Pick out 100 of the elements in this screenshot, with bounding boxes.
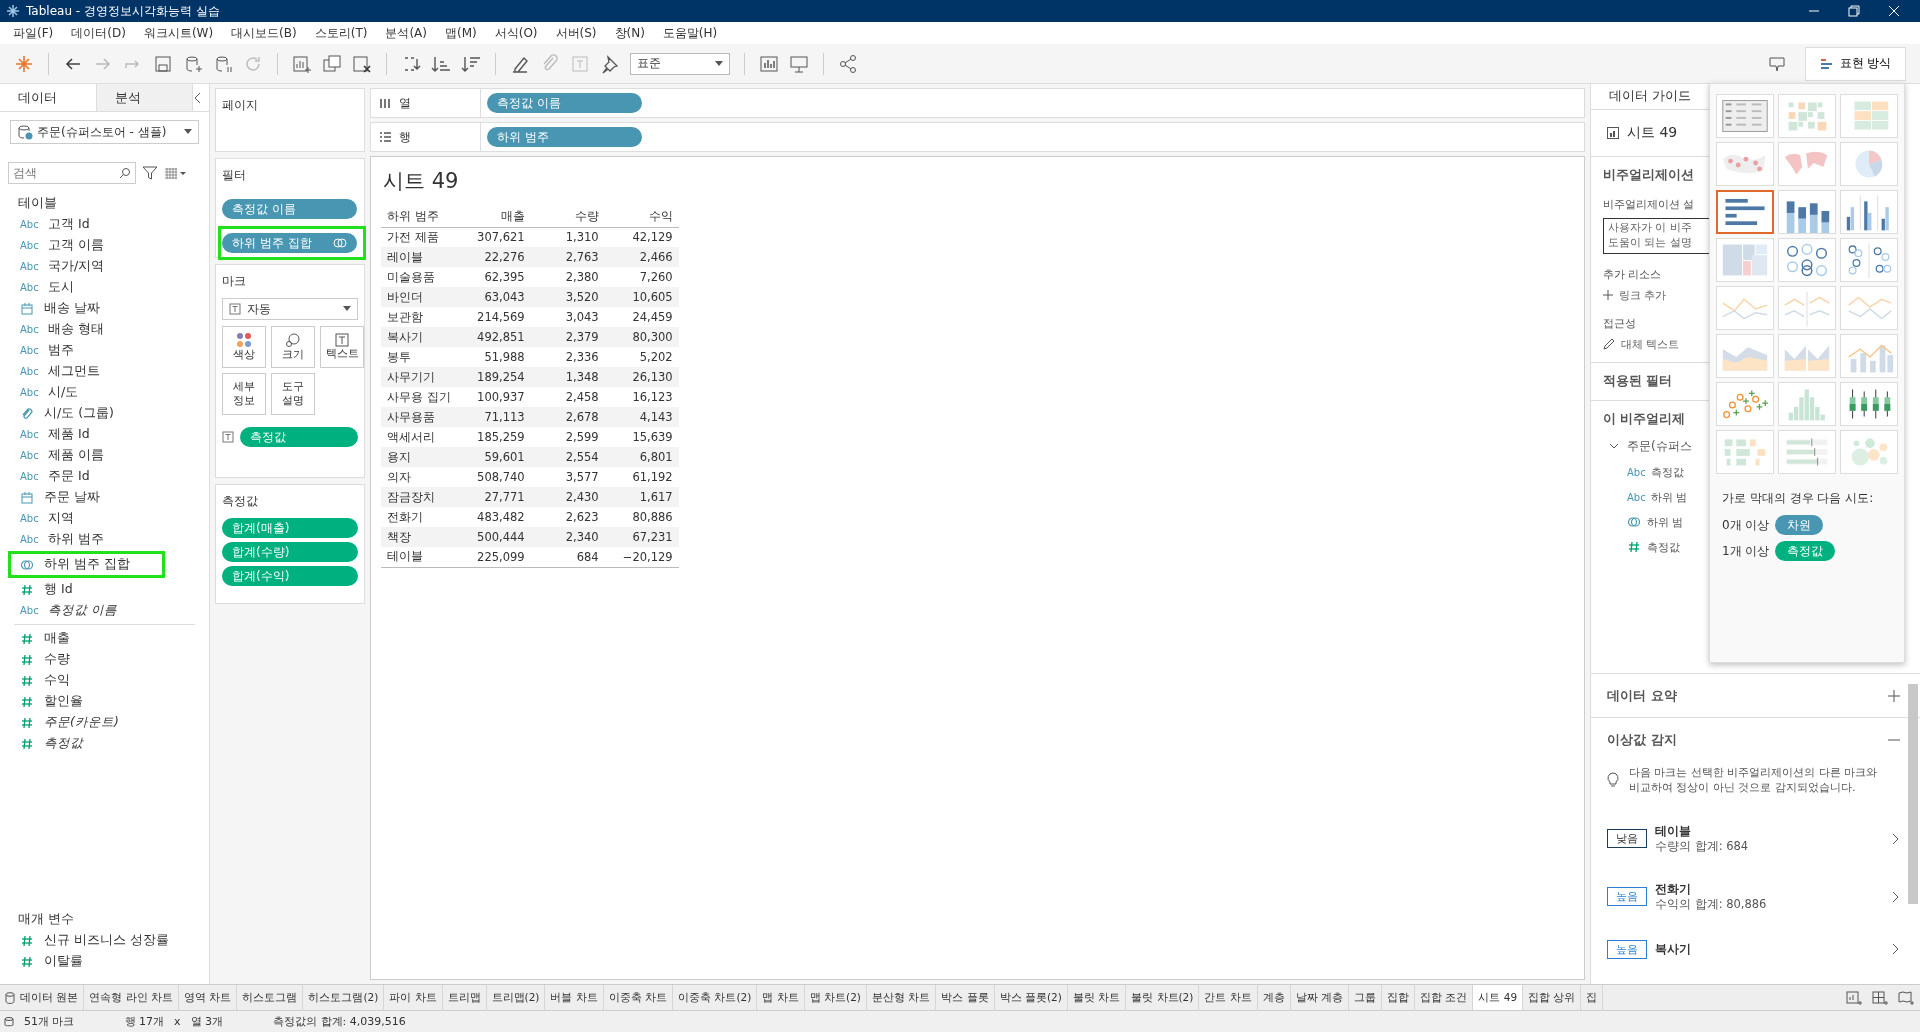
menu-item[interactable]: 맵(M) xyxy=(436,22,486,44)
table-cell: 복사기 xyxy=(381,327,457,347)
sheet-title: 시트 49 xyxy=(383,168,460,195)
data-field[interactable]: Abc 제품 Id xyxy=(0,424,209,445)
mark-property-button[interactable]: 색상 xyxy=(222,326,266,368)
table-cell: 63,043 xyxy=(456,287,531,307)
data-field[interactable]: Abc 국가/지역 xyxy=(0,256,209,277)
data-field[interactable]: 측정값 xyxy=(0,733,209,754)
column-header: 수량 xyxy=(530,207,605,227)
data-field[interactable]: 매출 xyxy=(0,628,209,649)
data-field[interactable]: Abc 시/도 xyxy=(0,382,209,403)
outlier-item[interactable]: 높음 전화기 수익의 합계: 80,886 xyxy=(1591,867,1920,926)
table-cell: 26,130 xyxy=(604,367,679,387)
mark-type-dropdown[interactable]: 자동 xyxy=(222,298,358,320)
menu-item[interactable]: 서버(S) xyxy=(546,22,606,44)
table-cell: 67,231 xyxy=(604,527,679,547)
data-field[interactable]: Abc 고객 이름 xyxy=(0,235,209,256)
table-cell: 2,678 xyxy=(530,407,605,427)
sheet-tab[interactable]: 시트 49 xyxy=(1473,985,1524,1010)
menu-item[interactable]: 도움말(H) xyxy=(653,22,727,44)
string-type-icon: Abc xyxy=(20,387,38,398)
fit-dropdown[interactable]: 표준 xyxy=(630,52,730,75)
data-field[interactable]: Abc 하위 범주 xyxy=(0,529,209,550)
table-cell: 15,639 xyxy=(604,427,679,447)
column-header: 수익 xyxy=(604,207,679,227)
data-field[interactable]: Abc 범주 xyxy=(0,340,209,361)
field-label: 이탈률 xyxy=(44,953,83,970)
mark-property-button[interactable]: 크기 xyxy=(271,326,315,368)
mark-property-button[interactable]: 세부 정보 xyxy=(222,373,266,415)
menu-item[interactable]: 분석(A) xyxy=(376,22,436,44)
table-cell: 80,886 xyxy=(604,507,679,527)
table-cell: 3,520 xyxy=(530,287,605,307)
status-text: 열 3개 xyxy=(190,1014,223,1029)
menu-item[interactable]: 창(N) xyxy=(605,22,654,44)
data-field[interactable]: 수익 xyxy=(0,670,209,691)
field-label: 시/도 xyxy=(48,384,79,401)
data-field[interactable]: Abc 주문 Id xyxy=(0,466,209,487)
table-cell: 사무용 집기 xyxy=(381,387,457,407)
data-field[interactable]: 할인율 xyxy=(0,691,209,712)
table-cell: 2,466 xyxy=(604,247,679,267)
data-source-dropdown[interactable]: 주문(슈퍼스토어 - 샘플) xyxy=(10,120,199,144)
field-label: 수익 xyxy=(44,672,70,689)
table-cell: 2,430 xyxy=(530,487,605,507)
data-field[interactable]: 수량 xyxy=(0,649,209,670)
search-field[interactable]: 검색 xyxy=(8,162,136,184)
data-field[interactable]: 하위 범주 집합 xyxy=(8,551,165,578)
data-field[interactable]: Abc 지역 xyxy=(0,508,209,529)
field-label: 행 Id xyxy=(44,581,73,598)
field-label: 국가/지역 xyxy=(48,258,105,275)
data-field[interactable]: Abc 세그먼트 xyxy=(0,361,209,382)
data-field[interactable]: Abc 배송 형태 xyxy=(0,319,209,340)
table-cell: 전화기 xyxy=(381,507,457,527)
data-field[interactable]: 행 Id xyxy=(0,579,209,600)
menu-item[interactable]: 서식(O) xyxy=(485,22,547,44)
data-field[interactable]: Abc 도시 xyxy=(0,277,209,298)
table-cell: 214,569 xyxy=(456,307,531,327)
table-cell: 27,771 xyxy=(456,487,531,507)
data-field[interactable]: Abc 측정값 이름 xyxy=(0,600,209,621)
alt-text-link[interactable]: 대체 텍스트 xyxy=(1603,336,1709,352)
outlier-item[interactable]: 높음 복사기 xyxy=(1591,925,1920,973)
field-label: 주문(카운트) xyxy=(44,714,119,731)
menu-item[interactable]: 스토리(T) xyxy=(305,22,377,44)
data-source-node[interactable]: 주문(슈퍼스 xyxy=(1603,437,1709,455)
table-cell: 483,482 xyxy=(456,507,531,527)
table-cell: 2,623 xyxy=(530,507,605,527)
mark-property-button[interactable]: 도구 설명 xyxy=(271,373,315,415)
menu-item[interactable]: 파일(F) xyxy=(4,22,63,44)
menu-item[interactable]: 데이터(D) xyxy=(62,22,135,44)
menu-item[interactable]: 대시보드(B) xyxy=(222,22,306,44)
outlier-item[interactable]: 낮음 테이블 수량의 합계: 684 xyxy=(1591,809,1920,868)
data-field[interactable]: 주문 날짜 xyxy=(0,487,209,508)
table-cell: 492,851 xyxy=(456,327,531,347)
outlier-name: 복사기 xyxy=(1655,941,1692,957)
table-cell: 71,113 xyxy=(456,407,531,427)
show-me-button[interactable]: 표현 방식 xyxy=(1804,46,1906,81)
add-link[interactable]: 링크 추가 xyxy=(1603,287,1709,303)
status-text: 51개 마크 xyxy=(24,1014,75,1029)
data-field[interactable]: Abc 고객 Id xyxy=(0,214,209,235)
field-label: 범주 xyxy=(48,342,74,359)
data-field[interactable]: 주문(카운트) xyxy=(0,712,209,733)
outlier-name: 테이블 xyxy=(1655,823,1692,839)
data-field[interactable]: Abc 제품 이름 xyxy=(0,445,209,466)
shelf-label: 행 xyxy=(399,128,411,146)
section-title: 데이터 요약 xyxy=(1607,686,1677,705)
string-type-icon: Abc xyxy=(1627,466,1645,478)
data-field[interactable]: 배송 날짜 xyxy=(0,298,209,319)
field-label: 측정값 xyxy=(1651,464,1684,480)
field-label: 고객 이름 xyxy=(48,237,104,254)
pane-tab[interactable]: 분석 xyxy=(96,84,193,111)
table-cell: 100,937 xyxy=(456,387,531,407)
table-cell: 2,340 xyxy=(530,527,605,547)
menu-item[interactable]: 워크시트(W) xyxy=(134,22,223,44)
data-field[interactable]: 이탈률 xyxy=(0,951,209,972)
table-cell: 4,143 xyxy=(604,407,679,427)
data-field[interactable]: 신규 비즈니스 성장률 xyxy=(0,930,209,951)
data-field[interactable]: 시/도 (그룹) xyxy=(0,403,209,424)
table-cell: 7,260 xyxy=(604,267,679,287)
table-cell: 레이블 xyxy=(381,247,457,267)
field-label: 하위 범 xyxy=(1651,489,1688,505)
mark-property-button[interactable]: 텍스트 xyxy=(320,326,364,368)
